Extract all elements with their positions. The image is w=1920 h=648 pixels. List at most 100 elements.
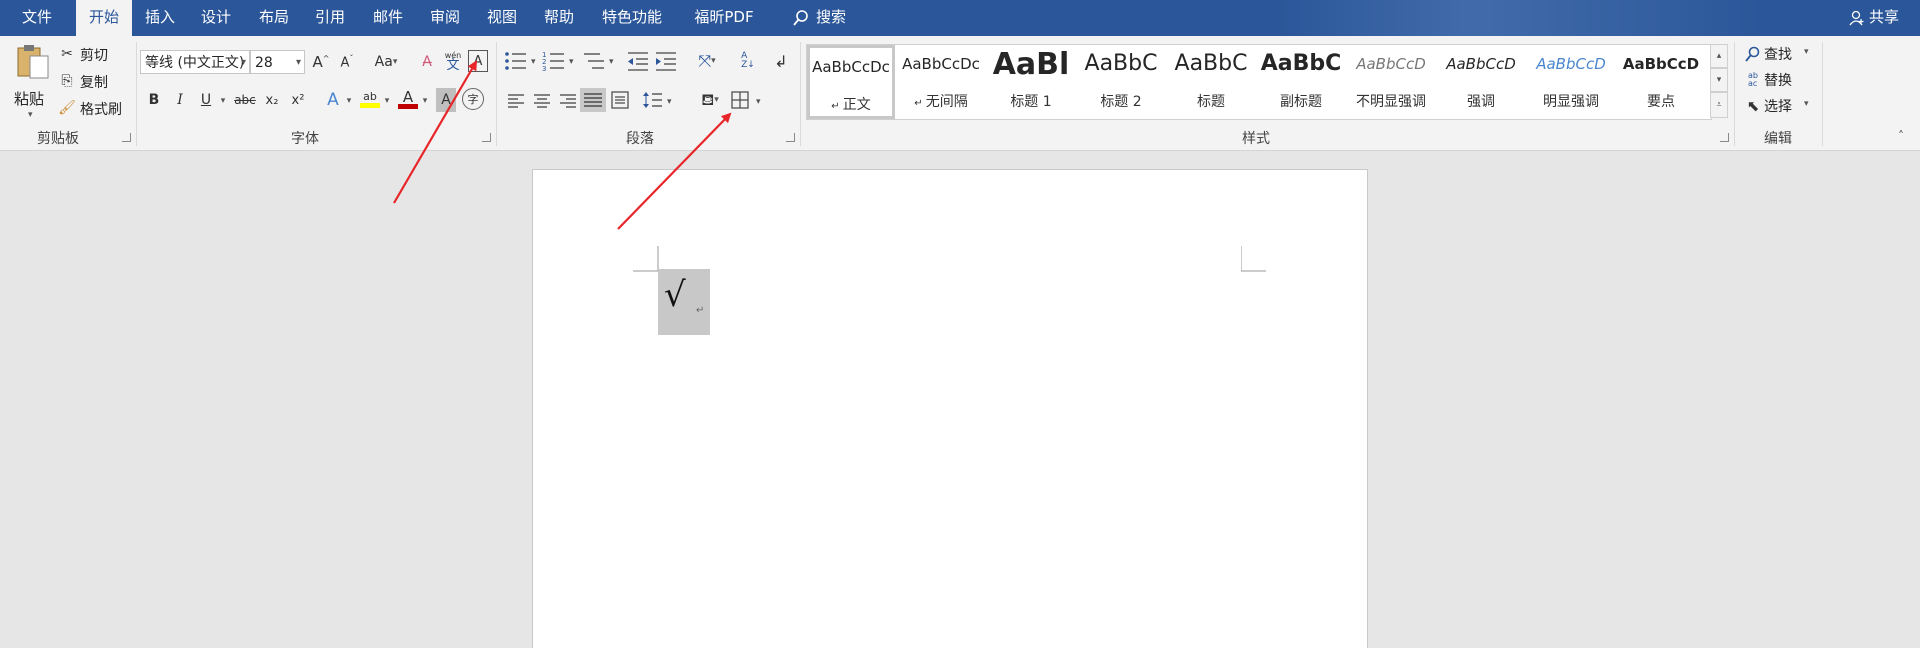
tell-me-search[interactable]: 搜索 [774, 0, 864, 36]
style-preview: AaBbCcD [1536, 55, 1606, 73]
paragraph-dialog-launcher[interactable] [786, 133, 795, 142]
show-hide-marks-button[interactable]: ↲ [770, 50, 792, 72]
tab-features[interactable]: 特色功能 [594, 0, 670, 36]
clear-formatting-button[interactable]: A̶ [416, 52, 438, 72]
font-size-value: 28 [255, 55, 273, 71]
font-group-label: 字体 [291, 131, 319, 147]
underline-dropdown-icon[interactable]: ▾ [218, 92, 228, 110]
multilevel-list-button[interactable]: ▾ [582, 50, 618, 72]
chevron-down-icon: ▾ [1804, 99, 1809, 109]
paste-dropdown-icon[interactable]: ▾ [28, 110, 33, 120]
tab-references[interactable]: 引用 [306, 0, 354, 36]
style-subtle-emphasis[interactable]: AaBbCcD 不明显强调 [1347, 45, 1435, 119]
chinese-layout-button[interactable]: ⤧ ▾ [690, 50, 724, 72]
shading-button[interactable]: ⛾ ▾ [690, 88, 730, 112]
style-title[interactable]: AaBbC 标题 [1167, 45, 1255, 119]
style-heading-1[interactable]: AaBl 标题 1 [987, 45, 1075, 119]
paste-button[interactable]: 粘贴 ▾ [10, 42, 54, 124]
document-page[interactable] [532, 169, 1368, 648]
style-emphasis[interactable]: AaBbCcD 强调 [1437, 45, 1525, 119]
font-color-dropdown-icon[interactable]: ▾ [420, 92, 430, 110]
share-button[interactable]: 共享 [1838, 0, 1910, 36]
chevron-down-icon: ▾ [1804, 47, 1809, 57]
tab-insert[interactable]: 插入 [136, 0, 184, 36]
character-border-label: A [473, 53, 483, 69]
line-spacing-button[interactable]: ▾ [642, 90, 676, 110]
tab-file[interactable]: 文件 [8, 0, 66, 36]
tab-layout[interactable]: 布局 [250, 0, 298, 36]
bullet-list-icon [505, 52, 509, 70]
font-name-combo[interactable]: 等线 (中文正文) ▾ [140, 50, 250, 74]
underline-button[interactable]: U [196, 88, 216, 112]
gallery-more[interactable]: ⩡ [1710, 92, 1728, 118]
chevron-down-icon: ▾ [295, 57, 301, 68]
font-size-combo[interactable]: 28 ▾ [250, 50, 305, 74]
font-color-button[interactable]: A [396, 86, 420, 112]
bullets-button[interactable]: ▾ [504, 50, 540, 72]
search-icon [1745, 46, 1760, 62]
style-heading-2[interactable]: AaBbC 标题 2 [1077, 45, 1165, 119]
style-name: ↵ 正文 [831, 97, 871, 113]
clipboard-dialog-launcher[interactable] [122, 133, 131, 142]
bold-button[interactable]: B [144, 88, 164, 112]
format-painter-button[interactable]: 🖌 格式刷 [58, 99, 132, 119]
select-button[interactable]: ⬉ 选择 ▾ [1744, 96, 1820, 116]
highlight-button[interactable]: ab [358, 86, 382, 112]
line-spacing-icon [643, 92, 662, 108]
selected-check-mark[interactable]: √ ↵ [658, 269, 710, 335]
tab-mailings[interactable]: 邮件 [364, 0, 412, 36]
copy-button[interactable]: ⎘ 复制 [58, 72, 128, 92]
distributed-button[interactable] [610, 90, 630, 110]
style-strong[interactable]: AaBbCcD 要点 [1617, 45, 1705, 119]
numbering-button[interactable]: 123 ▾ [542, 50, 578, 72]
find-button[interactable]: 查找 ▾ [1744, 44, 1814, 64]
tab-design[interactable]: 设计 [192, 0, 240, 36]
styles-dialog-launcher[interactable] [1720, 133, 1729, 142]
phonetic-guide-button[interactable]: wén 文 [442, 48, 464, 74]
tab-review[interactable]: 审阅 [421, 0, 469, 36]
superscript-button[interactable]: x² [288, 88, 308, 112]
enclose-characters-button[interactable]: 字 [462, 88, 484, 110]
italic-button[interactable]: I [170, 88, 190, 112]
sort-button[interactable]: A Z↓ [736, 48, 760, 74]
justify-button[interactable] [580, 88, 606, 112]
grow-font-button[interactable]: A^ [310, 52, 332, 72]
numbered-list-icon: 123 [542, 51, 546, 72]
text-effects-dropdown-icon[interactable]: ▾ [344, 92, 354, 110]
align-center-button[interactable] [532, 92, 552, 110]
align-left-button[interactable] [506, 92, 526, 110]
style-subtitle[interactable]: AaBbC 副标题 [1257, 45, 1345, 119]
style-name: 要点 [1647, 94, 1675, 110]
gallery-scroll-up[interactable]: ▴ [1710, 44, 1728, 68]
align-right-button[interactable] [558, 92, 578, 110]
subscript-button[interactable]: x₂ [262, 88, 282, 112]
person-icon [1849, 10, 1864, 25]
font-color-icon: A [402, 87, 414, 106]
tab-help[interactable]: 帮助 [535, 0, 583, 36]
style-normal[interactable]: AaBbCcDc ↵ 正文 [807, 45, 895, 119]
borders-button[interactable]: ▾ [730, 90, 766, 112]
style-name: 不明显强调 [1356, 94, 1426, 110]
decrease-indent-button[interactable] [626, 50, 650, 72]
style-no-spacing[interactable]: AaBbCcDc ↵ 无间隔 [897, 45, 985, 119]
tab-view[interactable]: 视图 [478, 0, 526, 36]
highlight-dropdown-icon[interactable]: ▾ [382, 92, 392, 110]
increase-indent-button[interactable] [654, 50, 678, 72]
replace-button[interactable]: ab ac 替换 [1744, 70, 1814, 90]
cut-button[interactable]: ✂ 剪切 [58, 45, 128, 65]
tab-foxit-pdf[interactable]: 福昕PDF [682, 0, 766, 36]
text-effects-button[interactable]: A [322, 88, 344, 112]
font-color-swatch [398, 103, 418, 109]
font-dialog-launcher[interactable] [482, 133, 491, 142]
gallery-scroll-down[interactable]: ▾ [1710, 68, 1728, 92]
change-case-button[interactable]: Aa ▾ [368, 52, 404, 72]
check-mark-text: √ [664, 275, 686, 315]
shrink-font-button[interactable]: Aˇ [336, 52, 358, 72]
tab-home[interactable]: 开始 [76, 0, 132, 36]
character-border-button[interactable]: A [468, 50, 488, 72]
style-intense-emphasis[interactable]: AaBbCcD 明显强调 [1527, 45, 1615, 119]
character-shading-button[interactable]: A [436, 88, 456, 112]
strikethrough-button[interactable]: abc [232, 88, 258, 112]
collapse-ribbon-button[interactable]: ˄ [1892, 128, 1910, 144]
style-name: 标题 [1197, 94, 1225, 110]
